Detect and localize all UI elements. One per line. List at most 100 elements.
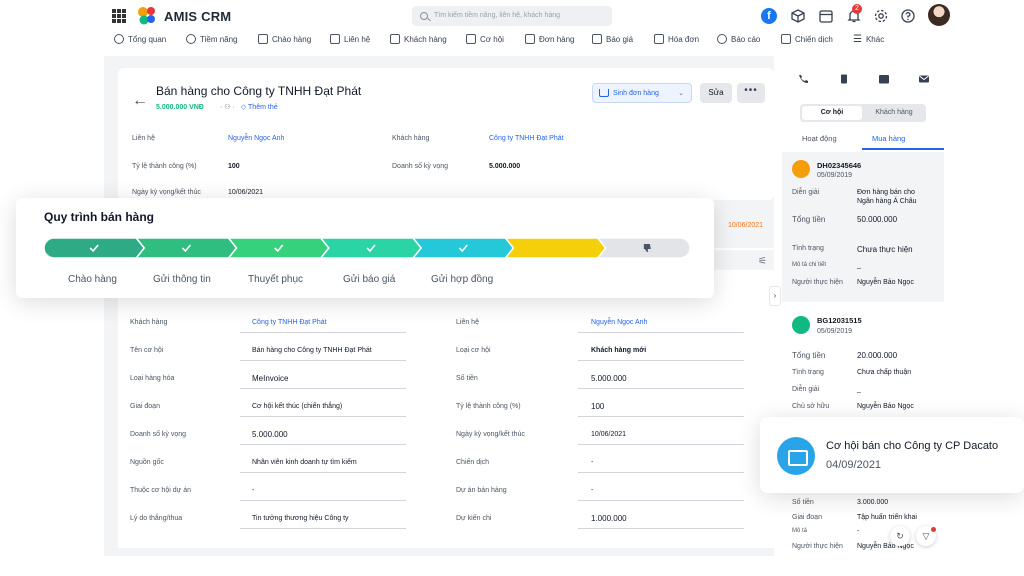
order-status-label: Tình trạng (792, 245, 824, 252)
add-tag-link[interactable]: · ⚇ · ◇ Thêm thẻ (220, 103, 278, 111)
summary-customer-value[interactable]: Công ty TNHH Đạt Phát (489, 135, 564, 142)
quote-date: 05/09/2019 (817, 328, 853, 335)
note-icon[interactable] (838, 74, 850, 84)
collapse-panel-button[interactable]: › (769, 286, 781, 306)
summary-rate-label: Tỷ lệ thành công (%) (132, 163, 197, 170)
stage-label-0: Chào hàng (68, 274, 117, 285)
back-arrow-icon[interactable]: ← (132, 92, 148, 110)
detail-right-underline (578, 528, 744, 529)
stage-2[interactable] (227, 238, 330, 258)
detail-right-value: 100 (591, 402, 605, 411)
edit-button[interactable]: Sửa (700, 83, 732, 103)
users-icon: · ⚇ · (220, 104, 235, 111)
detail-left-underline (240, 472, 406, 473)
summary-customer-label: Khách hàng (392, 135, 430, 142)
stage-0[interactable] (44, 238, 146, 258)
segment-opportunity[interactable]: Cơ hội (802, 106, 862, 120)
stage-5[interactable] (504, 238, 607, 258)
nav-item-overview[interactable]: Tổng quan (114, 34, 166, 44)
top-bar: AMIS CRM Tìm kiếm tiềm năng, liên hệ, kh… (0, 0, 1024, 32)
nav-item-orders[interactable]: Đơn hàng (525, 34, 575, 44)
detail-right-label: Loại cơ hội (456, 347, 491, 354)
cart-icon (525, 34, 535, 44)
stage-label-4: Gửi hợp đồng (431, 274, 494, 285)
detail-left-underline (240, 500, 406, 501)
stage-1[interactable] (135, 238, 238, 258)
detail-right-label: Dự kiến chi (456, 515, 492, 522)
detail-right-underline (578, 444, 744, 445)
sales-process-title: Quy trình bán hàng (44, 210, 154, 224)
detail-left-label: Nguồn gốc (130, 459, 164, 466)
summary-expected-value: 5.000.000 (489, 163, 521, 170)
menu-icon: ☰ (853, 34, 862, 45)
detail-right-value: 5.000.000 (591, 374, 627, 383)
detail-left-label: Lý do thắng/thua (130, 515, 183, 522)
quote-total-value: 20.000.000 (857, 351, 898, 360)
app-brand: AMIS CRM (164, 9, 232, 24)
nav-item-reports[interactable]: Báo cáo (717, 34, 760, 44)
detail-right-label: Liên hệ (456, 319, 479, 326)
segment-customer[interactable]: Khách hàng (864, 106, 924, 120)
filter-settings-icon[interactable]: ⚟ (758, 256, 767, 267)
quote-icon (592, 34, 602, 44)
calendar-small-icon[interactable] (878, 74, 890, 84)
tab-activity[interactable]: Hoạt động (802, 134, 837, 143)
toast-title: Cơ hội bán cho Công ty CP Dacato (826, 440, 999, 452)
quote-owner-label: Chủ sở hữu (792, 403, 830, 410)
nav-item-offers[interactable]: Chào hàng (258, 34, 311, 44)
stage-3[interactable] (319, 238, 423, 258)
stage-label-3: Gửi báo giá (343, 274, 396, 285)
detail-right-label: Dự án bán hàng (456, 487, 507, 494)
calendar-icon[interactable] (818, 8, 834, 24)
refresh-icon[interactable]: ↻ (890, 526, 910, 546)
detail-right-value: 1.000.000 (591, 514, 627, 523)
facebook-icon[interactable]: f (761, 8, 777, 24)
create-order-button[interactable]: Sinh đơn hàng ⌄ (592, 83, 692, 103)
third-amount-value: 3.000.000 (857, 499, 889, 506)
detail-right-value: Khách hàng mới (591, 347, 647, 354)
opportunity-amount: 5.000.000 VNĐ (156, 104, 204, 111)
detail-left-label: Giai đoạn (130, 403, 160, 410)
summary-contact-value[interactable]: Nguyễn Ngọc Anh (228, 135, 284, 142)
detail-left-value[interactable]: Công ty TNHH Đạt Phát (252, 319, 327, 326)
stage-label-1: Gửi thông tin (153, 274, 211, 285)
gear-icon[interactable] (873, 8, 889, 24)
more-button[interactable]: ••• (737, 83, 765, 103)
nav-item-leads[interactable]: Tiềm năng (186, 34, 238, 44)
detail-left-underline (240, 416, 406, 417)
contact-icon (330, 34, 340, 44)
nav-item-campaigns[interactable]: Chiến dịch (781, 34, 833, 44)
stage-4[interactable] (412, 238, 515, 258)
order-date: 05/09/2019 (817, 172, 853, 179)
tab-purchase[interactable]: Mua hàng (872, 134, 905, 143)
order-detail-value: _ (857, 262, 861, 269)
detail-left-underline (240, 528, 406, 529)
nav-item-invoices[interactable]: Hóa đơn (654, 34, 699, 44)
nav-item-more[interactable]: ☰ Khác (853, 34, 884, 45)
nav-item-opportunities[interactable]: Cơ hội (466, 34, 504, 44)
search-input[interactable]: Tìm kiếm tiềm năng, liên hệ, khách hàng (412, 6, 612, 26)
phone-icon[interactable] (797, 74, 809, 84)
user-avatar[interactable] (928, 4, 950, 26)
order-detail-label: Mô tả chi tiết (792, 262, 827, 268)
due-date: 10/06/2021 (728, 222, 764, 229)
main-nav: Tổng quan Tiềm năng Chào hàng Liên hệ Kh… (0, 32, 1024, 50)
nav-item-contacts[interactable]: Liên hệ (330, 34, 370, 44)
package-icon[interactable] (790, 8, 806, 24)
nav-item-quotes[interactable]: Báo giá (592, 34, 633, 44)
detail-right-value[interactable]: Nguyễn Ngọc Anh (591, 319, 647, 326)
detail-left-value: Tin tưởng thương hiệu Công ty (252, 515, 349, 522)
detail-right-label: Tỷ lệ thành công (%) (456, 403, 521, 410)
summary-expected-label: Doanh số kỳ vọng (392, 163, 449, 170)
mail-icon[interactable] (918, 74, 930, 84)
nav-item-customers[interactable]: Khách hàng (390, 34, 447, 44)
detail-right-underline (578, 388, 744, 389)
third-desc-value: - (857, 528, 860, 535)
notification-badge: 2 (852, 4, 862, 14)
third-assignee-label: Người thực hiện (792, 543, 843, 550)
summary-contact-label: Liên hệ (132, 135, 155, 142)
detail-right-underline (578, 500, 744, 501)
apps-grid-icon[interactable] (112, 9, 126, 23)
order-desc-value-1: Đơn hàng bán cho (857, 189, 915, 196)
help-icon[interactable] (900, 8, 916, 24)
